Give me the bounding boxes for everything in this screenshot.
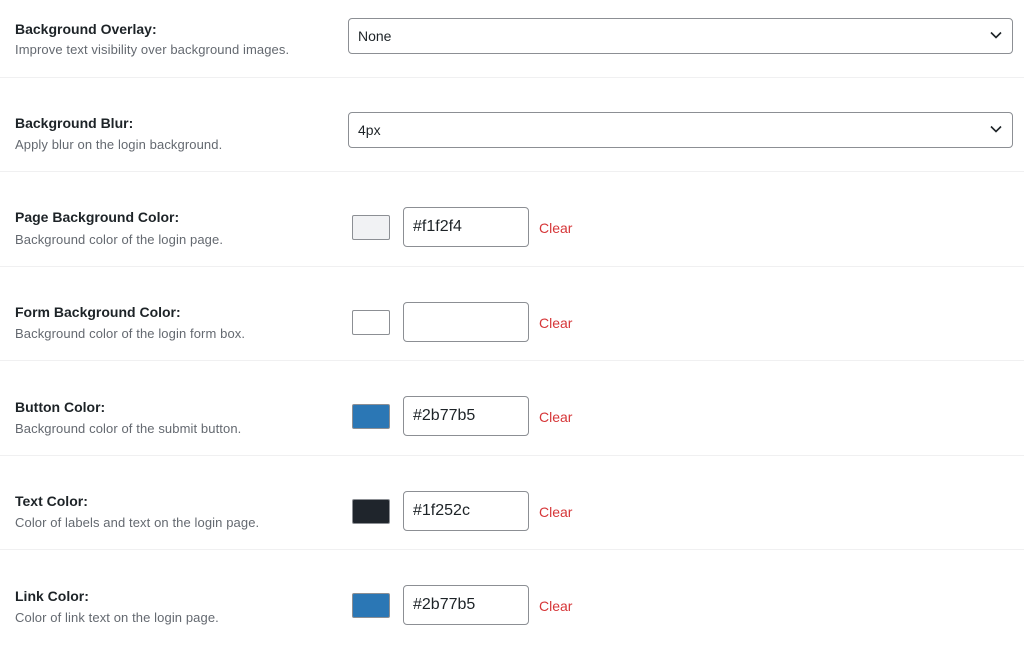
color-hex-input[interactable] — [403, 585, 529, 625]
setting-label: Background Overlay: — [15, 21, 157, 37]
setting-row-link-color: Link Color: Color of link text on the lo… — [0, 550, 1024, 653]
setting-label: Text Color: — [15, 493, 88, 509]
clear-button[interactable]: Clear — [539, 409, 572, 425]
setting-description: Background color of the login form box. — [15, 326, 246, 341]
login-appearance-settings: Background Overlay: Improve text visibil… — [0, 0, 1024, 653]
setting-description: Background color of the submit button. — [15, 421, 242, 436]
setting-label: Page Background Color: — [15, 209, 180, 225]
setting-row-button-color: Button Color: Background color of the su… — [0, 361, 1024, 456]
color-swatch[interactable] — [352, 310, 390, 335]
setting-row-text-color: Text Color: Color of labels and text on … — [0, 456, 1024, 550]
background-blur-select[interactable]: 4px — [348, 112, 1013, 148]
clear-button[interactable]: Clear — [539, 598, 572, 614]
color-swatch[interactable] — [352, 215, 390, 240]
color-hex-input[interactable] — [403, 491, 529, 531]
setting-label: Button Color: — [15, 399, 106, 415]
background-overlay-select[interactable]: None — [348, 18, 1013, 54]
select-value: 4px — [358, 122, 381, 138]
color-hex-input[interactable] — [403, 207, 529, 247]
color-hex-input[interactable] — [403, 302, 529, 342]
clear-button[interactable]: Clear — [539, 220, 572, 236]
setting-description: Color of labels and text on the login pa… — [15, 515, 260, 530]
setting-description: Background color of the login page. — [15, 232, 224, 247]
chevron-down-icon — [990, 125, 1002, 133]
color-hex-input[interactable] — [403, 396, 529, 436]
setting-description: Apply blur on the login background. — [15, 137, 223, 152]
color-swatch[interactable] — [352, 404, 390, 429]
clear-button[interactable]: Clear — [539, 315, 572, 331]
color-swatch[interactable] — [352, 499, 390, 524]
setting-label: Background Blur: — [15, 115, 134, 131]
color-swatch[interactable] — [352, 593, 390, 618]
setting-label: Link Color: — [15, 588, 89, 604]
setting-row-background-blur: Background Blur: Apply blur on the login… — [0, 78, 1024, 172]
setting-label: Form Background Color: — [15, 304, 181, 320]
chevron-down-icon — [990, 31, 1002, 39]
setting-row-background-overlay: Background Overlay: Improve text visibil… — [0, 0, 1024, 78]
select-value: None — [358, 28, 392, 44]
clear-button[interactable]: Clear — [539, 504, 572, 520]
setting-row-form-background-color: Form Background Color: Background color … — [0, 267, 1024, 361]
setting-description: Improve text visibility over background … — [15, 42, 290, 57]
setting-description: Color of link text on the login page. — [15, 610, 219, 625]
setting-row-page-background-color: Page Background Color: Background color … — [0, 172, 1024, 267]
